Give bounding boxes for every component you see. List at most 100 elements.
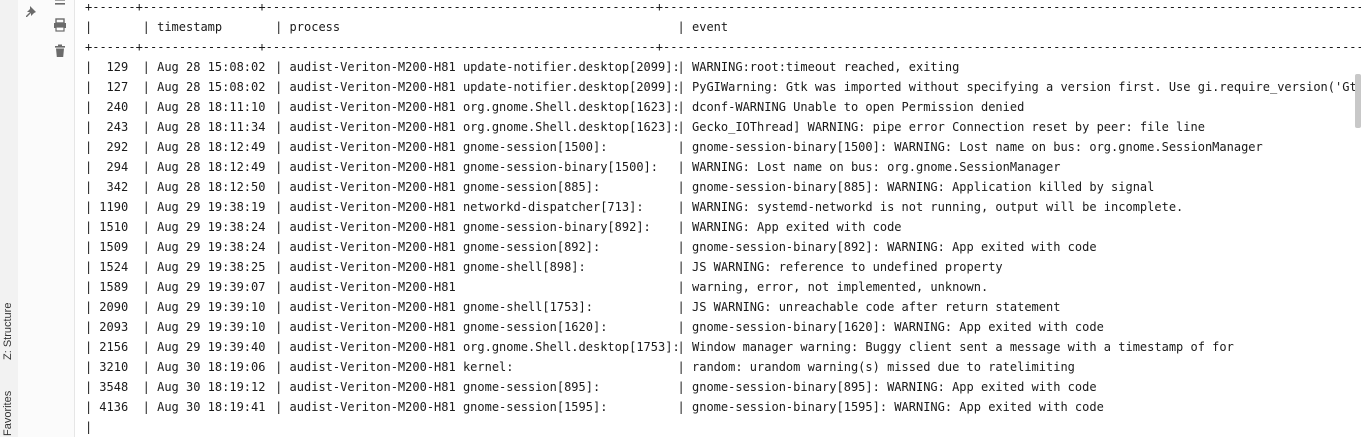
row-event: Window manager warning: Buggy client sen… bbox=[692, 340, 1234, 354]
row-timestamp: Aug 28 15:08:02 bbox=[157, 80, 266, 94]
row-process: audist-Veriton-M200-H81 gnome-shell[898]… bbox=[289, 260, 586, 274]
table-row: | 342 | Aug 28 18:12:50 | audist-Veriton-M… bbox=[85, 177, 1361, 197]
table-row: | 294 | Aug 28 18:12:49 | audist-Veriton-M… bbox=[85, 157, 1361, 177]
row-timestamp: Aug 28 18:11:10 bbox=[157, 100, 266, 114]
row-process: audist-Veriton-M200-H81 networkd-dispatc… bbox=[289, 200, 644, 214]
row-timestamp: Aug 28 18:12:49 bbox=[157, 160, 266, 174]
console-toolbar bbox=[18, 0, 75, 437]
header-event: event bbox=[692, 20, 729, 34]
row-timestamp: Aug 29 19:39:40 bbox=[157, 340, 266, 354]
row-event: Gecko_IOThread] WARNING: pipe error Conn… bbox=[692, 120, 1205, 134]
row-process: audist-Veriton-M200-H81 gnome-session[88… bbox=[289, 180, 601, 194]
row-event: WARNING: App exited with code bbox=[692, 220, 902, 234]
row-event: random: urandom warning(s) missed due to… bbox=[692, 360, 1075, 374]
row-process: audist-Veriton-M200-H81 update-notifier.… bbox=[289, 60, 678, 74]
row-index: 1524 bbox=[99, 260, 129, 274]
row-timestamp: Aug 28 15:08:02 bbox=[157, 60, 266, 74]
header-timestamp: timestamp bbox=[157, 20, 223, 34]
row-event: WARNING: systemd-networkd is not running… bbox=[692, 200, 1184, 214]
row-index: 127 bbox=[106, 80, 129, 94]
row-index: 240 bbox=[106, 100, 129, 114]
table-row: | 240 | Aug 28 18:11:10 | audist-Veriton-M… bbox=[85, 97, 1361, 117]
row-process: audist-Veriton-M200-H81 gnome-session[16… bbox=[289, 320, 608, 334]
table-row: | 292 | Aug 28 18:12:49 | audist-Veriton-M… bbox=[85, 137, 1361, 157]
row-timestamp: Aug 29 19:38:25 bbox=[157, 260, 266, 274]
soft-wrap-icon[interactable] bbox=[49, 0, 71, 14]
table-row: | 2156 | Aug 29 19:39:40 | audist-Veriton-… bbox=[85, 337, 1361, 357]
row-timestamp: Aug 28 18:12:50 bbox=[157, 180, 266, 194]
row-timestamp: Aug 30 18:19:06 bbox=[157, 360, 266, 374]
row-timestamp: Aug 29 19:39:10 bbox=[157, 300, 266, 314]
table-border-bottom: | bbox=[85, 420, 93, 434]
table-row: | 1524 | Aug 29 19:38:25 | audist-Veriton-… bbox=[85, 257, 1361, 277]
row-index: 342 bbox=[106, 180, 129, 194]
trash-icon[interactable] bbox=[49, 40, 71, 62]
row-process: audist-Veriton-M200-H81 gnome-shell[1753… bbox=[289, 300, 593, 314]
row-index: 2093 bbox=[99, 320, 129, 334]
table-header-row: | | timestamp | process | event bbox=[85, 17, 1361, 37]
row-timestamp: Aug 28 18:12:49 bbox=[157, 140, 266, 154]
row-process: audist-Veriton-M200-H81 gnome-session[89… bbox=[289, 380, 601, 394]
table-row: | 1589 | Aug 29 19:39:07 | audist-Veriton-… bbox=[85, 277, 1361, 297]
row-index: 294 bbox=[106, 160, 129, 174]
row-event: gnome-session-binary[1500]: WARNING: Los… bbox=[692, 140, 1263, 154]
row-index: 2156 bbox=[99, 340, 129, 354]
row-event: JS WARNING: reference to undefined prope… bbox=[692, 260, 1003, 274]
pin-icon[interactable] bbox=[21, 1, 43, 23]
table-row: | 3548 | Aug 30 18:19:12 | audist-Veriton-… bbox=[85, 377, 1361, 397]
table-row: | 1510 | Aug 29 19:38:24 | audist-Veriton-… bbox=[85, 217, 1361, 237]
row-process: audist-Veriton-M200-H81 gnome-session-bi… bbox=[289, 220, 651, 234]
tool-window-strip: Z: Structure Favorites bbox=[0, 0, 19, 437]
row-timestamp: Aug 30 18:19:12 bbox=[157, 380, 266, 394]
row-index: 1190 bbox=[99, 200, 129, 214]
row-event: warning, error, not implemented, unknown… bbox=[692, 280, 989, 294]
structure-tab-label: Z: Structure bbox=[2, 302, 14, 360]
row-index: 243 bbox=[106, 120, 129, 134]
row-process: audist-Veriton-M200-H81 gnome-session[15… bbox=[289, 400, 608, 414]
row-process: audist-Veriton-M200-H81 gnome-session[89… bbox=[289, 240, 601, 254]
row-process: audist-Veriton-M200-H81 org.gnome.Shell.… bbox=[289, 120, 678, 134]
row-index: 2090 bbox=[99, 300, 129, 314]
table-border-top: +------+----------------+---------------… bbox=[85, 0, 1361, 14]
table-row: | 127 | Aug 28 15:08:02 | audist-Veriton-M… bbox=[85, 77, 1361, 97]
header-process: process bbox=[289, 20, 341, 34]
row-timestamp: Aug 30 18:19:41 bbox=[157, 400, 266, 414]
print-icon[interactable] bbox=[49, 14, 71, 36]
row-process: audist-Veriton-M200-H81 org.gnome.Shell.… bbox=[289, 340, 678, 354]
row-process: audist-Veriton-M200-H81 gnome-session-bi… bbox=[289, 160, 659, 174]
row-index: 3548 bbox=[99, 380, 129, 394]
table-row: | 243 | Aug 28 18:11:34 | audist-Veriton-M… bbox=[85, 117, 1361, 137]
row-event: PyGIWarning: Gtk was imported without sp… bbox=[692, 80, 1361, 94]
row-index: 3210 bbox=[99, 360, 129, 374]
row-index: 1589 bbox=[99, 280, 129, 294]
row-timestamp: Aug 29 19:38:24 bbox=[157, 220, 266, 234]
console-output[interactable]: +------+----------------+---------------… bbox=[75, 0, 1361, 437]
row-event: dconf-WARNING Unable to open Permission … bbox=[692, 100, 1025, 114]
row-event: WARNING:root:timeout reached, exiting bbox=[692, 60, 960, 74]
row-event: gnome-session-binary[895]: WARNING: App … bbox=[692, 380, 1097, 394]
table-row: | 129 | Aug 28 15:08:02 | audist-Veriton-M… bbox=[85, 57, 1361, 77]
row-index: 4136 bbox=[99, 400, 129, 414]
row-index: 292 bbox=[106, 140, 129, 154]
row-process: audist-Veriton-M200-H81 org.gnome.Shell.… bbox=[289, 100, 678, 114]
row-process: audist-Veriton-M200-H81 bbox=[289, 280, 456, 294]
row-timestamp: Aug 29 19:38:24 bbox=[157, 240, 266, 254]
row-event: gnome-session-binary[1620]: WARNING: App… bbox=[692, 320, 1104, 334]
favorites-tab-label: Favorites bbox=[2, 390, 14, 436]
table-row: | 4136 | Aug 30 18:19:41 | audist-Veriton-… bbox=[85, 397, 1361, 417]
horizontal-scrollbar-thumb[interactable] bbox=[1355, 74, 1361, 128]
table-row: | 2090 | Aug 29 19:39:10 | audist-Veriton-… bbox=[85, 297, 1361, 317]
row-timestamp: Aug 29 19:39:10 bbox=[157, 320, 266, 334]
ascii-table: +------+----------------+---------------… bbox=[85, 0, 1361, 437]
row-event: gnome-session-binary[892]: WARNING: App … bbox=[692, 240, 1097, 254]
row-timestamp: Aug 28 18:11:34 bbox=[157, 120, 266, 134]
table-row: | 1190 | Aug 29 19:38:19 | audist-Veriton-… bbox=[85, 197, 1361, 217]
row-timestamp: Aug 29 19:39:07 bbox=[157, 280, 266, 294]
row-index: 1510 bbox=[99, 220, 129, 234]
row-index: 1509 bbox=[99, 240, 129, 254]
row-event: WARNING: Lost name on bus: org.gnome.Ses… bbox=[692, 160, 1061, 174]
row-process: audist-Veriton-M200-H81 kernel: bbox=[289, 360, 514, 374]
row-process: audist-Veriton-M200-H81 gnome-session[15… bbox=[289, 140, 608, 154]
table-row: | 2093 | Aug 29 19:39:10 | audist-Veriton-… bbox=[85, 317, 1361, 337]
row-index: 129 bbox=[106, 60, 129, 74]
